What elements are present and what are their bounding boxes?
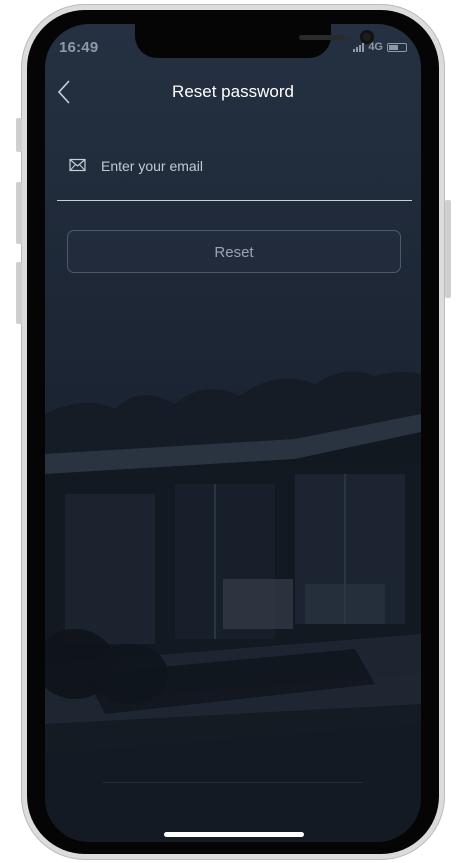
status-indicators: 4G (353, 41, 407, 53)
page-title: Reset password (172, 82, 294, 101)
speaker-grille (299, 35, 345, 40)
volume-up-button (16, 182, 22, 244)
notch (135, 24, 374, 58)
volume-down-button (16, 262, 22, 324)
divider (103, 782, 363, 783)
reset-button[interactable]: Reset (67, 230, 401, 273)
nav-header: Reset password (45, 76, 421, 108)
email-input[interactable] (99, 150, 403, 182)
envelope-icon (69, 158, 86, 172)
battery-icon (387, 42, 407, 52)
power-button (445, 200, 451, 298)
status-time: 16:49 (59, 39, 99, 56)
app-screen: 16:49 4G Reset password Reset (45, 24, 421, 842)
network-type: 4G (368, 41, 383, 53)
silent-switch (16, 118, 22, 152)
background-house-image (45, 371, 421, 842)
email-field[interactable] (57, 148, 412, 201)
signal-icon (353, 42, 365, 52)
home-indicator[interactable] (164, 832, 304, 837)
